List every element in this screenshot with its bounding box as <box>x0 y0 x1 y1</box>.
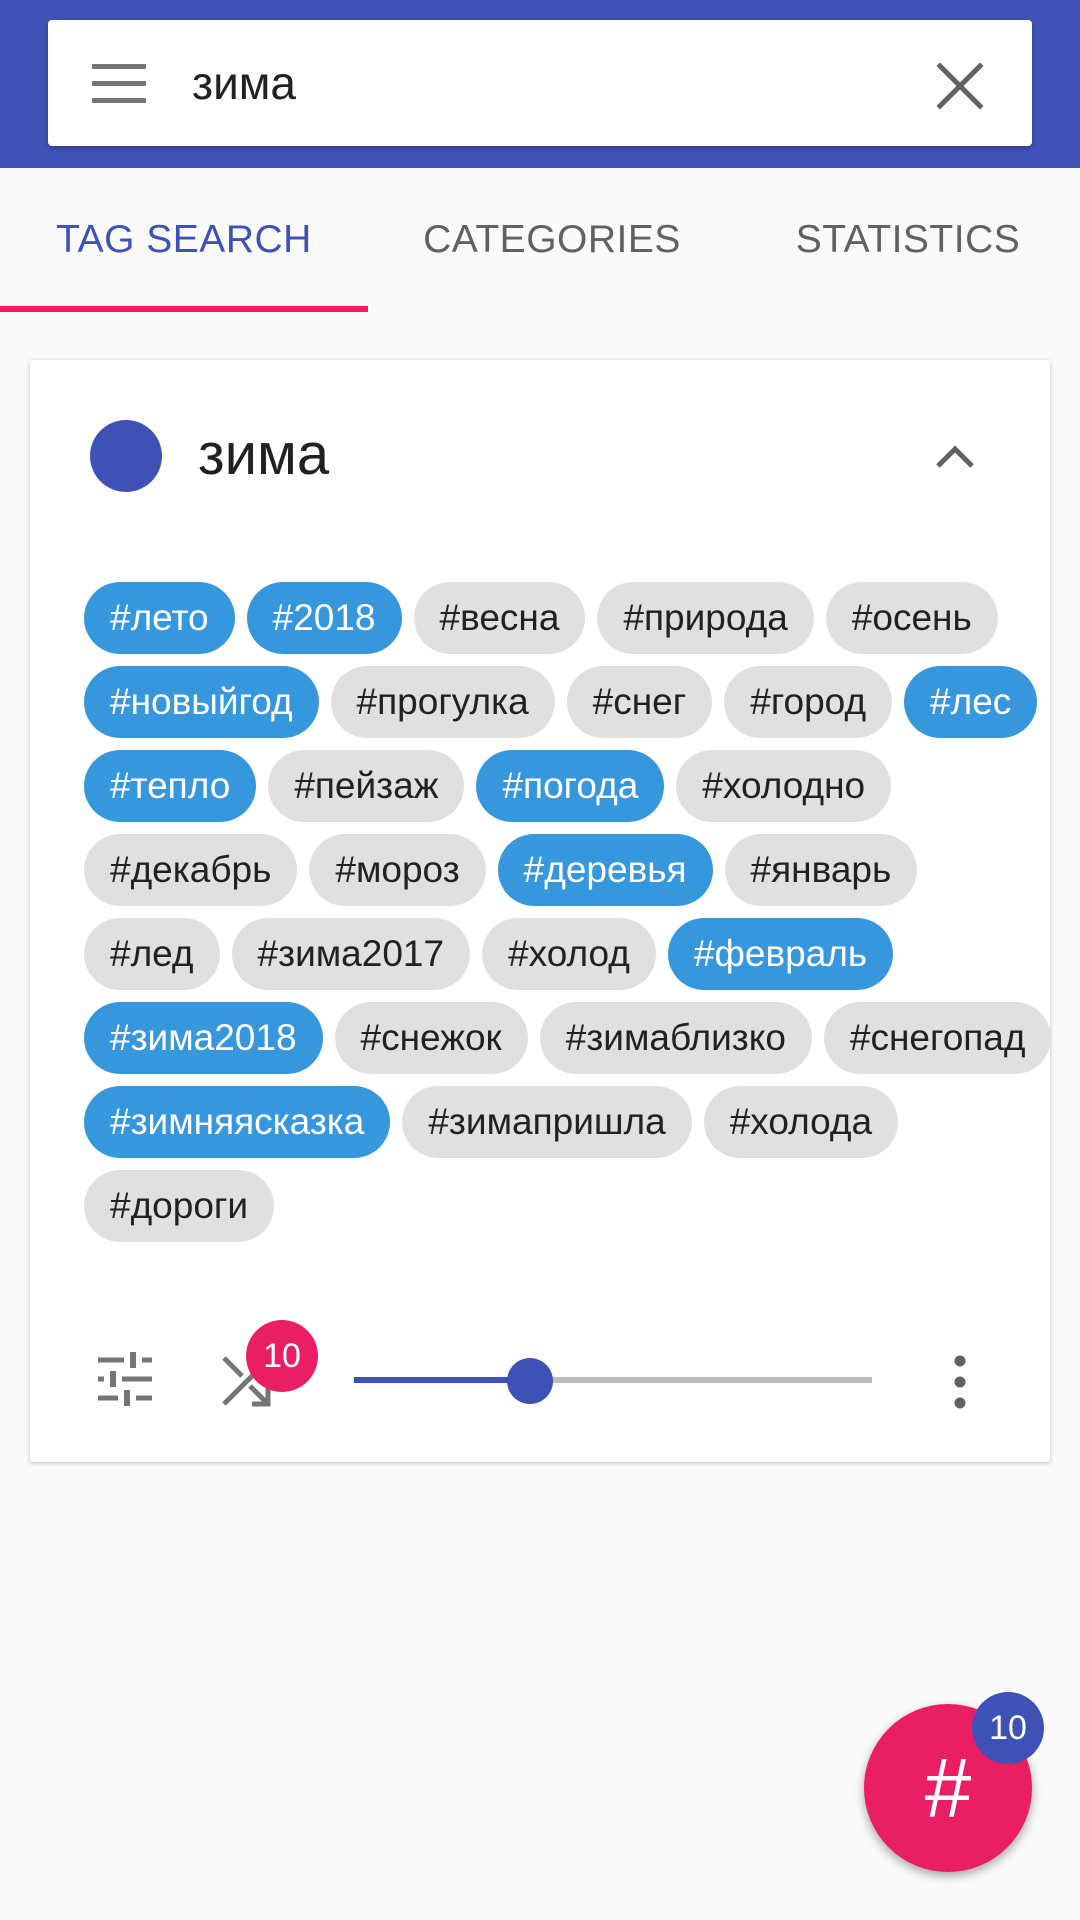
card-title: зима <box>198 422 330 487</box>
tag-chip[interactable]: #снежок <box>334 1002 528 1074</box>
tag-chip[interactable]: #прогулка <box>330 666 555 738</box>
chevron-up-icon[interactable] <box>930 436 980 476</box>
tag-chip[interactable]: #лес <box>904 666 1038 738</box>
tag-chip[interactable]: #февраль <box>667 918 894 990</box>
tag-chip[interactable]: #тепло <box>84 750 257 822</box>
tag-chip[interactable]: #январь <box>724 834 918 906</box>
tag-chip[interactable]: #дороги <box>84 1170 275 1242</box>
tag-chip[interactable]: #холод <box>482 918 656 990</box>
tag-chip[interactable]: #2018 <box>246 582 402 654</box>
tag-chip[interactable]: #холода <box>703 1086 899 1158</box>
tag-chip[interactable]: #зимняясказка <box>84 1086 391 1158</box>
tag-chip[interactable]: #декабрь <box>84 834 298 906</box>
tab-statistics[interactable]: STATISTICS <box>724 168 1080 312</box>
category-color-dot <box>90 420 162 492</box>
tag-chip[interactable]: #лед <box>84 918 220 990</box>
tag-chip[interactable]: #осень <box>825 582 998 654</box>
tag-chip[interactable]: #снегопад <box>823 1002 1052 1074</box>
tag-card: зима #лето #2018 #весна #природа #осень #новы… <box>30 360 1052 1462</box>
tag-chip[interactable]: #новыйгод <box>84 666 319 738</box>
card-controls: 10 <box>30 1320 1050 1430</box>
tag-chip[interactable]: #холодно <box>676 750 892 822</box>
slider-thumb[interactable] <box>507 1358 554 1404</box>
tab-bar: TAG SEARCH CATEGORIES STATISTICS <box>0 168 1080 312</box>
tag-chip[interactable]: #зима2018 <box>84 1002 323 1074</box>
tab-categories[interactable]: CATEGORIES <box>368 168 736 312</box>
tag-chip[interactable]: #зимапришла <box>402 1086 692 1158</box>
more-vert-icon[interactable] <box>950 1354 970 1410</box>
tag-chip[interactable]: #город <box>724 666 893 738</box>
slider-fill <box>354 1377 531 1383</box>
tag-chip[interactable]: #мороз <box>309 834 486 906</box>
tag-chip[interactable]: #весна <box>413 582 586 654</box>
tag-chip[interactable]: #деревья <box>497 834 713 906</box>
fab-count-badge: 10 <box>972 1692 1044 1764</box>
count-slider[interactable] <box>354 1358 872 1404</box>
tune-icon[interactable] <box>96 1352 154 1406</box>
clear-icon[interactable] <box>932 58 988 114</box>
tab-indicator <box>0 306 368 312</box>
tag-chip[interactable]: #погода <box>476 750 665 822</box>
tag-chip-list: #лето #2018 #весна #природа #осень #новыйгод #… <box>84 582 1064 1254</box>
tag-chip[interactable]: #зимаблизко <box>539 1002 812 1074</box>
tag-chip[interactable]: #природа <box>597 582 814 654</box>
menu-icon[interactable] <box>92 64 148 104</box>
search-input[interactable] <box>192 50 892 116</box>
shuffle-count-badge: 10 <box>246 1320 318 1392</box>
tag-chip[interactable]: #зима2017 <box>231 918 471 990</box>
tag-chip[interactable]: #пейзаж <box>268 750 465 822</box>
tag-chip[interactable]: #лето <box>84 582 235 654</box>
tag-chip[interactable]: #снег <box>566 666 713 738</box>
tab-tag-search[interactable]: TAG SEARCH <box>0 168 368 312</box>
